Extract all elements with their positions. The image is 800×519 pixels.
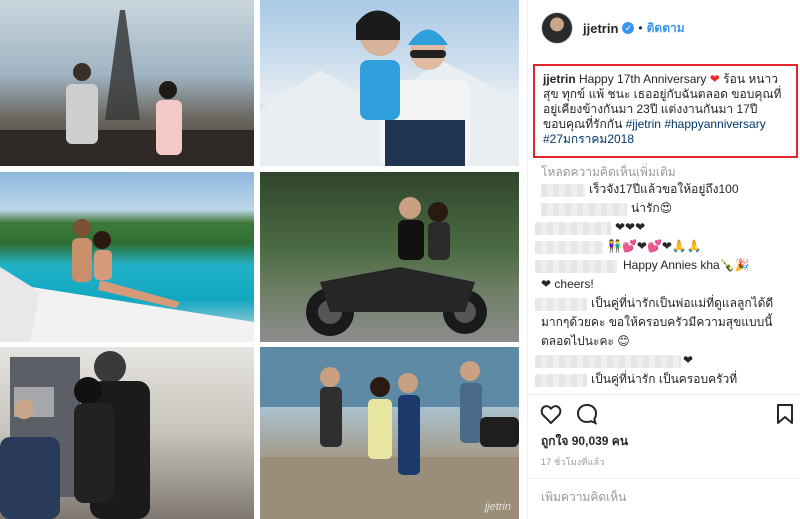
blurred-username[interactable] <box>535 222 611 235</box>
caption-highlight: jjetrin Happy 17th Anniversary ❤ ร้อน หน… <box>533 64 798 158</box>
comment-text: เร็วจัง17ปีแล้วขอให้อยู่ถึง100 <box>589 182 739 196</box>
photo-watermark: jjetrin <box>484 501 511 513</box>
comment-item: ❤ <box>527 351 800 370</box>
follow-button[interactable]: ติดตาม <box>647 19 685 38</box>
blurred-username[interactable] <box>535 241 603 254</box>
post-panel: jjetrin ✓ • ติดตาม jjetrin Happy 17th An… <box>527 0 800 519</box>
comment-item: มากๆด้วยคะ ขอให้ครอบครัวมีความสุขแบบนี้ <box>527 313 800 332</box>
post-header: jjetrin ✓ • ติดตาม <box>527 0 800 56</box>
verified-badge-icon: ✓ <box>622 22 635 34</box>
add-comment-input[interactable] <box>541 490 781 504</box>
hashtag-happyanniversary[interactable]: #happyanniversary <box>664 117 765 131</box>
speech-bubble-icon[interactable] <box>575 402 599 426</box>
hashtag-jjetrin[interactable]: #jjetrin <box>626 117 661 131</box>
comment-text: น่ารัก😍 <box>631 201 673 215</box>
comment-item: ตลอดไปนะคะ 😊 <box>527 332 800 351</box>
bookmark-icon[interactable] <box>773 402 797 426</box>
hashtag-date[interactable]: #27มกราคม2018 <box>543 132 634 146</box>
photo-boat-beach <box>0 172 254 342</box>
photo-eiffel-tower <box>0 0 254 166</box>
comment-input-divider <box>527 478 800 479</box>
actions-divider <box>527 394 800 395</box>
avatar[interactable] <box>541 12 573 44</box>
photo-snow-piggyback <box>260 0 519 166</box>
blurred-username[interactable] <box>535 355 681 368</box>
comment-item: ❤ cheers! <box>527 275 800 294</box>
comment-item: เป็นคู่ที่น่ารักเป็นพ่อแม่ที่ดูแลลูกได้ด… <box>527 294 800 313</box>
comment-text: ❤❤❤ <box>615 220 646 234</box>
comment-text: ❤ <box>683 353 694 367</box>
like-count[interactable]: ถูกใจ 90,039 คน <box>541 432 628 451</box>
comment-item: 👫💕❤💕❤🙏🙏 <box>527 237 800 256</box>
comment-text: เป็นคู่ที่น่ารัก เป็นครอบครัวที่ <box>591 372 738 386</box>
comment-item: เร็วจัง17ปีแล้วขอให้อยู่ถึง100 <box>527 180 800 199</box>
caption-username[interactable]: jjetrin <box>543 72 576 86</box>
blurred-username[interactable] <box>535 298 587 311</box>
heart-outline-icon[interactable] <box>539 402 563 426</box>
comment-text: 👫💕❤💕❤🙏🙏 <box>607 239 702 253</box>
comment-item: เป็นคู่ที่น่ารัก เป็นครอบครัวที่ <box>527 370 800 389</box>
post-timestamp[interactable]: 17 ชั่วโมงที่แล้ว <box>541 455 605 469</box>
photo-airport-hug <box>0 347 254 519</box>
comment-text: ตลอดไปนะคะ 😊 <box>541 334 630 348</box>
comment-text: Happy Annies kha🍾🎉 <box>623 258 750 272</box>
blurred-username[interactable] <box>535 374 587 387</box>
caption-text-1: Happy 17th Anniversary <box>579 72 707 86</box>
comment-item: ❤❤❤ <box>527 218 800 237</box>
photo-beach-jetski: jjetrin <box>260 347 519 519</box>
photo-collage[interactable]: jjetrin <box>0 0 519 519</box>
comment-list: เร็วจัง17ปีแล้วขอให้อยู่ถึง100 น่ารัก😍 ❤… <box>527 180 800 389</box>
username[interactable]: jjetrin <box>583 21 618 36</box>
action-bar <box>539 402 797 428</box>
separator-dot: • <box>638 21 643 35</box>
comment-item: น่ารัก😍 <box>527 199 800 218</box>
comment-text: มากๆด้วยคะ ขอให้ครอบครัวมีความสุขแบบนี้ <box>541 315 773 329</box>
comment-item: Happy Annies kha🍾🎉 <box>527 256 800 275</box>
blurred-username[interactable] <box>541 184 585 197</box>
photo-motorbike <box>260 172 519 342</box>
comment-text: ❤ cheers! <box>541 277 594 291</box>
comment-text: เป็นคู่ที่น่ารักเป็นพ่อแม่ที่ดูแลลูกได้ด… <box>591 296 774 310</box>
heart-emoji-icon: ❤ <box>709 72 720 86</box>
blurred-username[interactable] <box>535 260 617 273</box>
blurred-username[interactable] <box>541 203 627 216</box>
